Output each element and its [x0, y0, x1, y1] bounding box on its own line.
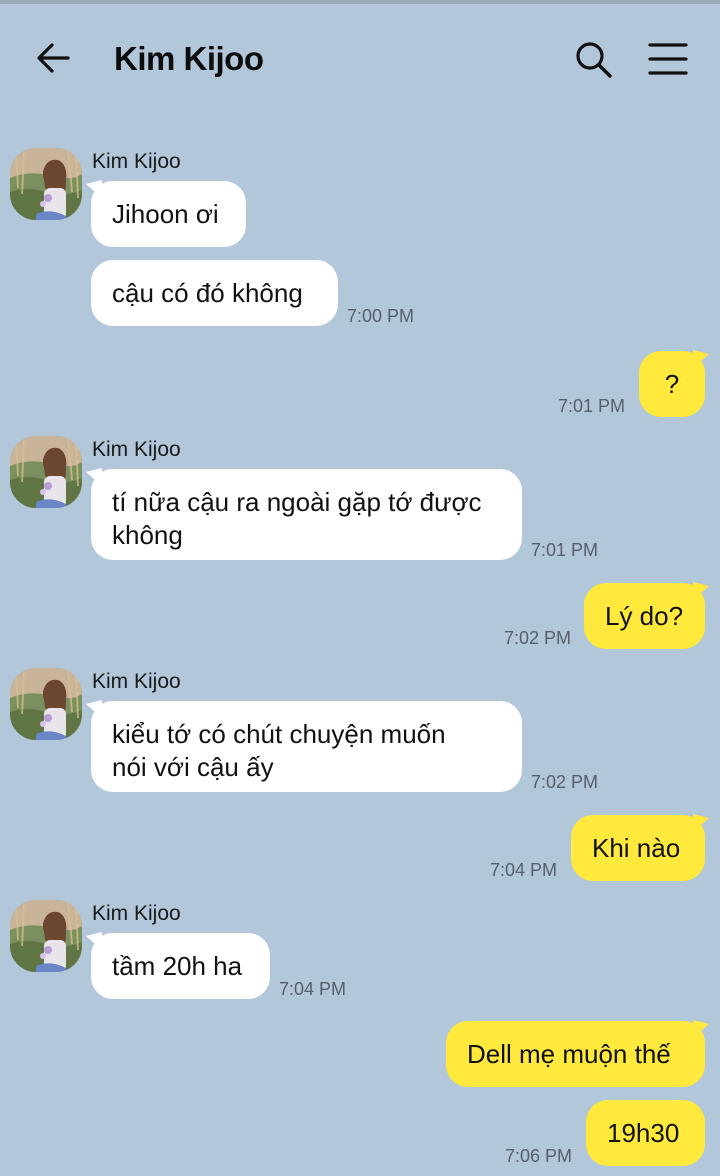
message-text: Dell mẹ muộn thế [467, 1039, 671, 1069]
message-text-line: tí nữa cậu ra ngoài gặp tớ được [112, 487, 482, 517]
message-timestamp: 7:02 PM [531, 772, 599, 792]
message-timestamp: 7:04 PM [279, 979, 347, 999]
avatar[interactable] [10, 668, 82, 740]
bubble-tail [693, 350, 709, 368]
sender-name: Kim Kijoo [92, 150, 181, 173]
message-text: tầm 20h ha [112, 951, 243, 981]
bubble-tail [693, 1020, 709, 1038]
message-timestamp: 7:02 PM [504, 628, 572, 648]
outgoing-message-bubble[interactable]: Dell mẹ muộn thế [446, 1021, 705, 1087]
message-timestamp: 7:01 PM [531, 540, 599, 560]
chat-title: Kim Kijoo [114, 40, 264, 77]
bubble-tail [693, 814, 709, 832]
message-timestamp: 7:06 PM [505, 1146, 573, 1166]
avatar[interactable] [10, 436, 82, 508]
message-timestamp: 7:01 PM [558, 396, 626, 416]
message-text: 19h30 [607, 1118, 680, 1148]
message-text: Khi nào [592, 833, 681, 863]
avatar[interactable] [10, 148, 82, 220]
avatar[interactable] [10, 900, 82, 972]
menu-icon[interactable] [646, 38, 690, 80]
message-timestamp: 7:04 PM [490, 860, 558, 880]
chat-header: Kim Kijoo [0, 4, 720, 108]
sender-name: Kim Kijoo [92, 902, 181, 925]
incoming-message-bubble[interactable]: cậu có đó không [91, 260, 338, 326]
back-arrow-icon[interactable] [34, 38, 74, 78]
search-icon[interactable] [572, 38, 614, 80]
sender-name: Kim Kijoo [92, 438, 181, 461]
message-text-line: không [112, 520, 183, 550]
outgoing-message-bubble[interactable]: 19h30 [586, 1100, 705, 1166]
incoming-message-bubble[interactable]: Jihoon ơi [91, 181, 246, 247]
sender-name: Kim Kijoo [92, 670, 181, 693]
outgoing-message-bubble[interactable]: Lý do? [584, 583, 705, 649]
incoming-message-bubble[interactable]: tầm 20h ha [91, 933, 270, 999]
message-text: Lý do? [605, 601, 684, 631]
incoming-message-bubble[interactable]: kiểu tớ có chút chuyện muốn nói với cậu … [91, 701, 522, 792]
outgoing-message-bubble[interactable]: Khi nào [571, 815, 705, 881]
message-text-line: kiểu tớ có chút chuyện muốn [112, 719, 446, 749]
incoming-message-bubble[interactable]: tí nữa cậu ra ngoài gặp tớ được không [91, 469, 522, 560]
message-timestamp: 7:00 PM [347, 306, 415, 326]
message-text: ? [664, 369, 680, 399]
bubble-tail [693, 582, 709, 600]
message-text: cậu có đó không [112, 278, 303, 308]
message-text: Jihoon ơi [112, 199, 219, 229]
message-text-line: nói với cậu ấy [112, 752, 274, 782]
